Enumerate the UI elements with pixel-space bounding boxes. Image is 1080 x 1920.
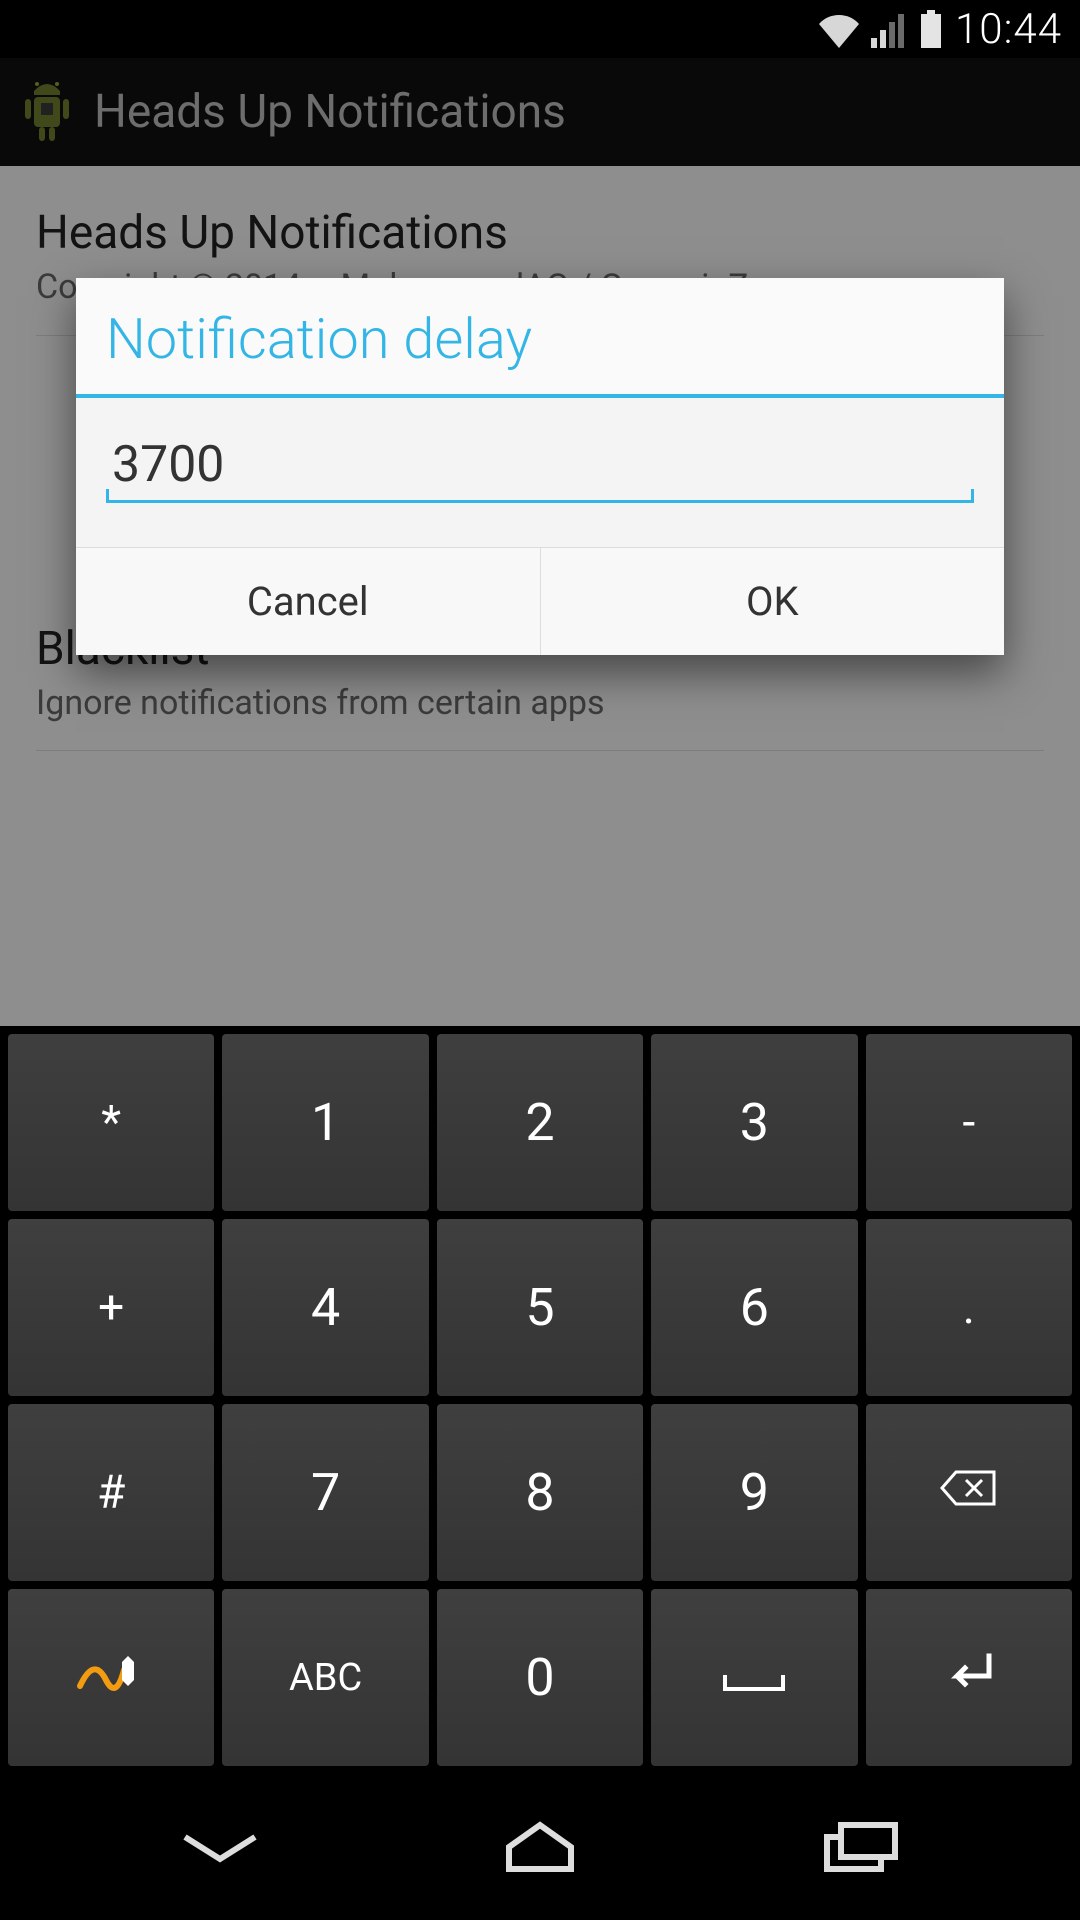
chevron-down-icon [175, 1827, 265, 1867]
nav-recents-button[interactable] [750, 1797, 970, 1897]
recents-icon [815, 1819, 905, 1875]
status-bar: 10:44 [0, 0, 1080, 58]
key-enter[interactable] [866, 1589, 1072, 1766]
nav-home-button[interactable] [430, 1797, 650, 1897]
enter-icon [939, 1650, 999, 1706]
numeric-keyboard: * 1 2 3 - + 4 5 6 . # 7 8 9 [0, 1026, 1080, 1774]
key-5[interactable]: 5 [437, 1219, 643, 1396]
key-7[interactable]: 7 [222, 1404, 428, 1581]
backspace-icon [938, 1466, 1000, 1520]
key-6[interactable]: 6 [651, 1219, 857, 1396]
notification-delay-dialog: Notification delay Cancel OK [76, 278, 1004, 655]
key-backspace[interactable] [866, 1404, 1072, 1581]
home-icon [495, 1817, 585, 1877]
app-bar: Heads Up Notifications [0, 58, 1080, 166]
key-abc[interactable]: ABC [222, 1589, 428, 1766]
app-title: Heads Up Notifications [94, 85, 566, 139]
delay-input[interactable] [112, 432, 968, 498]
dialog-button-bar: Cancel OK [76, 547, 1004, 655]
key-2[interactable]: 2 [437, 1034, 643, 1211]
key-plus[interactable]: + [8, 1219, 214, 1396]
pref-about-title: Heads Up Notifications [36, 206, 1044, 260]
wifi-icon [817, 12, 861, 48]
key-1[interactable]: 1 [222, 1034, 428, 1211]
key-9[interactable]: 9 [651, 1404, 857, 1581]
ok-button[interactable]: OK [540, 548, 1005, 655]
cancel-button[interactable]: Cancel [76, 548, 540, 655]
space-icon [719, 1647, 789, 1708]
status-icons [817, 10, 943, 48]
key-8[interactable]: 8 [437, 1404, 643, 1581]
key-swype[interactable] [8, 1589, 214, 1766]
key-3[interactable]: 3 [651, 1034, 857, 1211]
key-asterisk[interactable]: * [8, 1034, 214, 1211]
status-clock: 10:44 [955, 5, 1062, 54]
delay-input-wrap [106, 432, 974, 503]
key-hash[interactable]: # [8, 1404, 214, 1581]
key-4[interactable]: 4 [222, 1219, 428, 1396]
key-0[interactable]: 0 [437, 1589, 643, 1766]
dialog-title: Notification delay [106, 306, 974, 372]
battery-icon [919, 10, 943, 48]
navigation-bar [0, 1774, 1080, 1920]
cell-signal-icon [871, 12, 909, 48]
key-space[interactable] [651, 1589, 857, 1766]
pref-blacklist-summary: Ignore notifications from certain apps [36, 682, 1044, 725]
nav-back-button[interactable] [110, 1797, 330, 1897]
key-period[interactable]: . [866, 1219, 1072, 1396]
app-icon [22, 81, 72, 143]
swype-icon [76, 1650, 146, 1706]
key-minus[interactable]: - [866, 1034, 1072, 1211]
